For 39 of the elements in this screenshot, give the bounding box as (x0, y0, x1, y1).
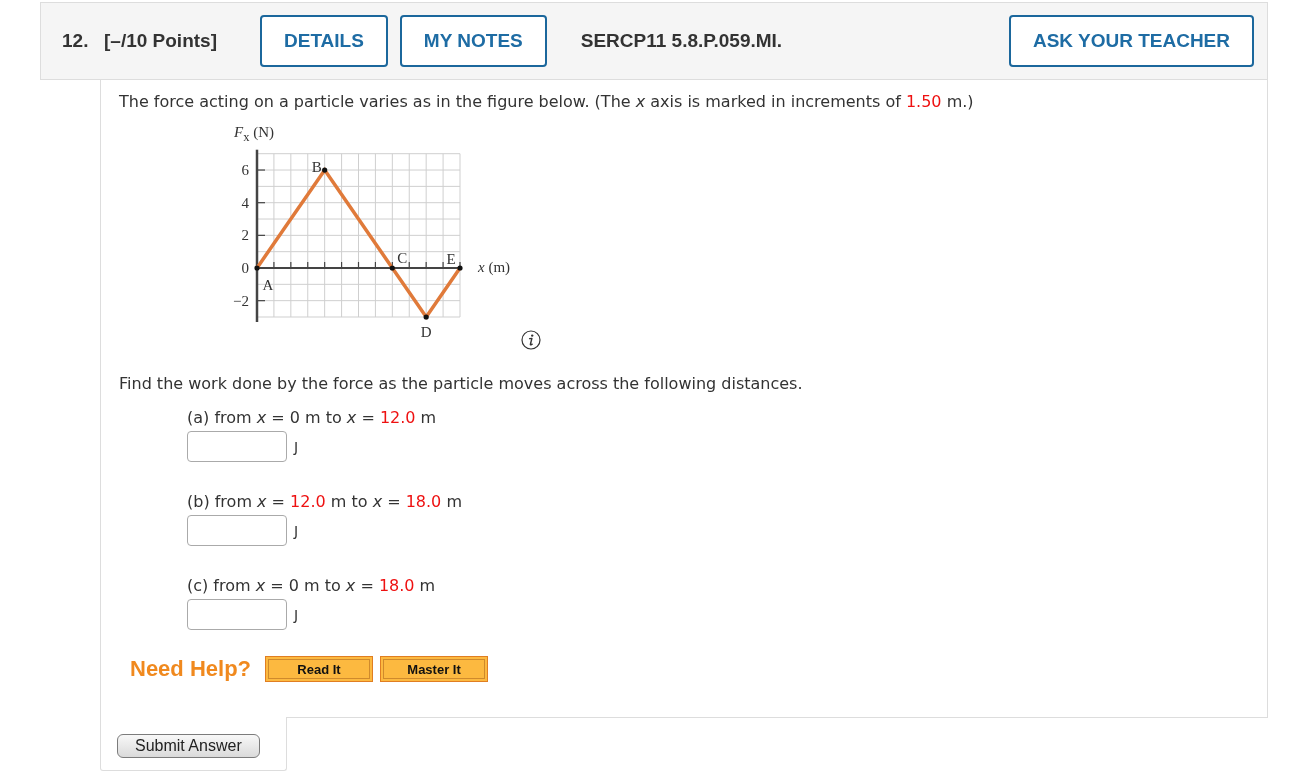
header-button[interactable]: DETAILS (260, 15, 388, 67)
info-icon[interactable] (521, 330, 541, 350)
unit-label: J (294, 606, 299, 623)
tick-label: 6 (241, 161, 249, 179)
unit-label: J (294, 438, 299, 455)
answer-field[interactable] (187, 431, 287, 462)
part-question: (b) from x = 12.0 m to x = 18.0 m (187, 492, 463, 512)
tick-label: −2 (233, 291, 249, 310)
tick-label: 0 (241, 259, 249, 277)
points-label: [–/10 Points] (104, 30, 217, 52)
submit-button[interactable]: Submit Answer (117, 733, 260, 758)
point-marker (322, 167, 328, 173)
part-question: (c) from x = 0 m to x = 18.0 m (187, 576, 437, 596)
ask-teacher-button[interactable]: ASK YOUR TEACHER (1008, 15, 1254, 67)
help-button[interactable]: Master It (380, 656, 489, 682)
help-heading: Need Help? (130, 656, 252, 682)
point-label: C (397, 249, 408, 267)
part-question: (a) from x = 0 m to x = 12.0 m (187, 408, 438, 428)
point-marker (389, 265, 395, 271)
question-number: 12. (62, 30, 90, 52)
point-label: B (311, 158, 322, 176)
point-marker (457, 265, 463, 271)
question-code: SERCP11 5.8.P.059.MI. (580, 30, 783, 52)
answer-field[interactable] (187, 599, 287, 630)
tick-label: 2 (241, 226, 249, 245)
point-label: A (262, 276, 274, 294)
tick-label: 4 (241, 193, 249, 212)
answer-field[interactable] (187, 515, 287, 546)
unit-label: J (294, 522, 299, 539)
point-label: D (420, 323, 432, 341)
help-button[interactable]: Read It (265, 656, 374, 682)
axis-label: x (m) (478, 258, 511, 276)
point-marker (423, 314, 429, 320)
point-label: E (446, 250, 456, 268)
point-marker (254, 265, 260, 271)
instruction-text: Find the work done by the force as the particle moves across the following distances. (119, 374, 804, 394)
axis-label: F$_{x}$ (N) (234, 123, 274, 146)
question-text: The force acting on a particle varies as in the figure below. (The x axis is marked in increments of 1.50 m.) (119, 92, 975, 112)
header-button[interactable]: MY NOTES (399, 15, 547, 67)
